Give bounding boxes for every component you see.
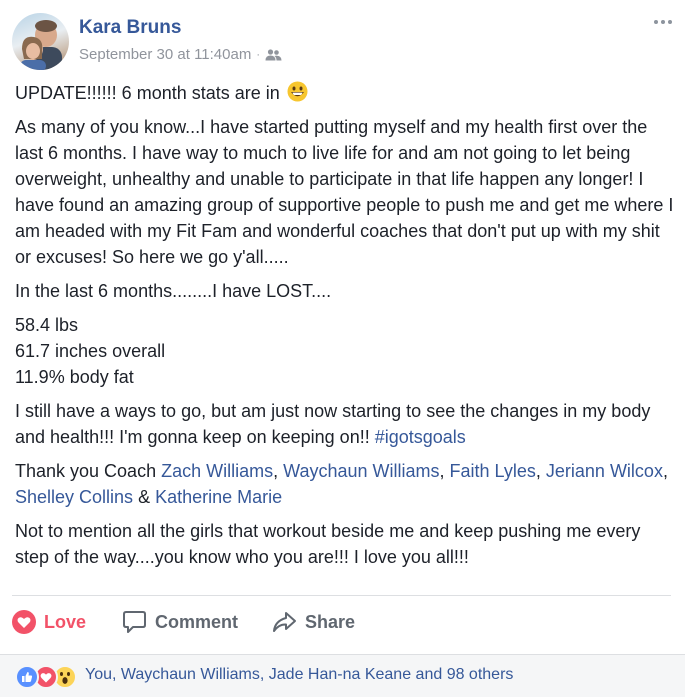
action-bar: Love Comment Share xyxy=(12,604,389,640)
timestamp[interactable]: September 30 at 11:40am xyxy=(79,46,251,63)
hashtag-link[interactable]: #igotsgoals xyxy=(375,427,466,447)
love-icon xyxy=(12,610,36,634)
paragraph-closing: Not to mention all the girls that workou… xyxy=(15,521,641,567)
love-button[interactable]: Love xyxy=(12,610,86,634)
post-line-update: UPDATE!!!!!! 6 month stats are in xyxy=(15,80,675,106)
avatar[interactable] xyxy=(12,13,69,70)
share-button[interactable]: Share xyxy=(272,610,355,634)
progress-text: I still have a ways to go, but am just n… xyxy=(15,401,651,447)
author-name[interactable]: Kara Bruns xyxy=(79,17,181,39)
post-content: UPDATE!!!!!! 6 month stats are in As man… xyxy=(15,80,675,578)
tagged-user[interactable]: Faith Lyles xyxy=(450,461,536,481)
separator: & xyxy=(133,487,156,507)
update-text: UPDATE!!!!!! 6 month stats are in xyxy=(15,83,280,103)
comment-button[interactable]: Comment xyxy=(122,610,238,634)
grinning-face-emoji xyxy=(287,81,308,102)
paragraph-thanks: Thank you Coach Zach Williams, Waychaun … xyxy=(15,458,675,510)
comment-icon xyxy=(123,611,147,633)
share-label: Share xyxy=(305,611,356,632)
facebook-post: Kara Bruns September 30 at 11:40am · UPD… xyxy=(0,0,685,697)
thanks-text: Thank you Coach xyxy=(15,461,162,481)
separator: , xyxy=(535,461,546,481)
profile-photo xyxy=(20,20,62,70)
stat-body-fat: 11.9% body fat xyxy=(15,367,134,387)
tagged-user[interactable]: Shelley Collins xyxy=(15,487,133,507)
share-icon xyxy=(273,612,297,632)
post-meta: September 30 at 11:40am · xyxy=(79,46,282,63)
paragraph-lost: In the last 6 months........I have LOST.… xyxy=(15,281,332,301)
more-options-icon[interactable] xyxy=(653,16,673,28)
stat-weight: 58.4 lbs xyxy=(15,315,79,335)
like-icon xyxy=(15,665,39,689)
reaction-icons[interactable] xyxy=(15,665,77,689)
separator: , xyxy=(662,461,668,481)
paragraph-progress: I still have a ways to go, but am just n… xyxy=(15,398,675,450)
separator: , xyxy=(439,461,450,481)
tagged-user[interactable]: Zach Williams xyxy=(161,461,273,481)
comment-label: Comment xyxy=(155,611,239,632)
paragraph-intro: As many of you know...I have started put… xyxy=(15,117,674,267)
tagged-user[interactable]: Waychaun Williams xyxy=(283,461,439,481)
meta-separator: · xyxy=(256,48,261,61)
separator: , xyxy=(273,461,284,481)
tagged-user[interactable]: Katherine Marie xyxy=(155,487,282,507)
reactions-summary-text[interactable]: You, Waychaun Williams, Jade Han-na Kean… xyxy=(85,666,513,684)
tagged-user[interactable]: Jeriann Wilcox xyxy=(546,461,663,481)
stat-inches: 61.7 inches overall xyxy=(15,341,166,361)
divider xyxy=(12,595,671,596)
love-label: Love xyxy=(44,611,87,632)
friends-icon[interactable] xyxy=(265,48,282,61)
